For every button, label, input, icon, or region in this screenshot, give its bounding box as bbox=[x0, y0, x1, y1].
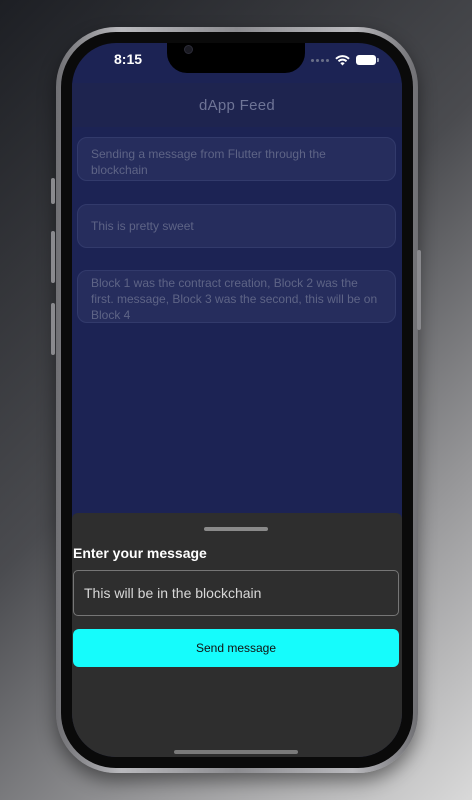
message-card: Sending a message from Flutter through t… bbox=[77, 137, 396, 181]
send-message-button[interactable]: Send message bbox=[73, 629, 399, 667]
status-time: 8:15 bbox=[114, 51, 143, 67]
app-bar: dApp Feed bbox=[72, 83, 402, 127]
volume-up-button bbox=[51, 231, 55, 283]
front-camera bbox=[184, 45, 193, 54]
home-indicator bbox=[174, 750, 298, 754]
mute-switch bbox=[51, 178, 55, 204]
wifi-icon bbox=[335, 54, 350, 65]
message-input[interactable] bbox=[73, 570, 399, 616]
status-icons bbox=[311, 54, 379, 66]
signal-dots-icon bbox=[311, 58, 329, 62]
message-card: Block 1 was the contract creation, Block… bbox=[77, 270, 396, 323]
app-title: dApp Feed bbox=[198, 96, 276, 114]
status-bar: 8:15 bbox=[72, 43, 402, 83]
compose-label: Enter your message bbox=[73, 545, 207, 561]
notch bbox=[167, 43, 305, 73]
volume-down-button bbox=[51, 303, 55, 355]
power-button bbox=[417, 250, 421, 330]
app-screen: 8:15 dApp Feed Sending a message from Fl… bbox=[72, 43, 402, 757]
battery-icon bbox=[356, 55, 379, 65]
sheet-drag-handle[interactable] bbox=[204, 527, 268, 531]
message-card: This is pretty sweet bbox=[77, 204, 396, 248]
compose-bottom-sheet: Enter your message Send message bbox=[72, 513, 402, 757]
message-feed: Sending a message from Flutter through t… bbox=[72, 127, 402, 513]
